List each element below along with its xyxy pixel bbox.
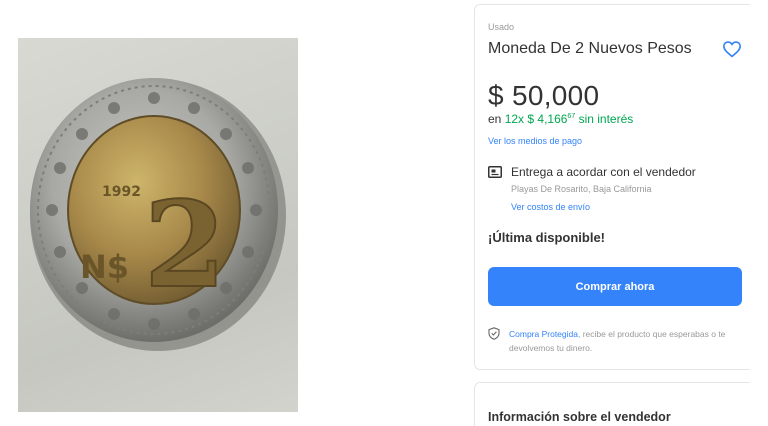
installments-prefix: en — [488, 112, 502, 126]
product-image[interactable]: 1992 N$ 2 — [18, 38, 298, 412]
coin-illustration: 1992 N$ 2 — [30, 78, 286, 351]
buy-now-button[interactable]: Comprar ahora — [488, 267, 742, 306]
installments-offer: 12x $ 4,16667 sin interés — [505, 112, 634, 126]
heart-icon[interactable] — [722, 40, 742, 58]
coin-denomination: 2 — [144, 175, 226, 314]
coin-year: 1992 — [102, 184, 141, 200]
condition-label: Usado — [488, 22, 515, 32]
delivery-text: Entrega a acordar con el vendedor — [511, 165, 696, 179]
price: $ 50,000 — [488, 80, 600, 111]
protected-purchase-link[interactable]: Compra Protegida — [509, 329, 578, 339]
payment-methods-link[interactable]: Ver los medios de pago — [488, 136, 582, 146]
stock-status: ¡Última disponible! — [488, 230, 605, 245]
shipping-costs-link[interactable]: Ver costos de envío — [511, 202, 590, 212]
installments-amount: 12x $ 4,166 — [504, 112, 568, 126]
seller-location: Playas De Rosarito, Baja California — [511, 184, 652, 194]
shield-icon — [488, 327, 500, 340]
coin-prefix: N$ — [80, 248, 129, 286]
seller-info-title: Información sobre el vendedor — [488, 410, 671, 424]
installments-cents: 67 — [567, 113, 576, 120]
installments-suffix: sin interés — [578, 112, 634, 126]
product-title: Moneda De 2 Nuevos Pesos — [488, 40, 692, 57]
protected-purchase-info: Compra Protegida, recibe el producto que… — [509, 327, 734, 355]
installments-info: en 12x $ 4,16667 sin interés — [488, 112, 633, 126]
truck-icon — [488, 166, 502, 178]
